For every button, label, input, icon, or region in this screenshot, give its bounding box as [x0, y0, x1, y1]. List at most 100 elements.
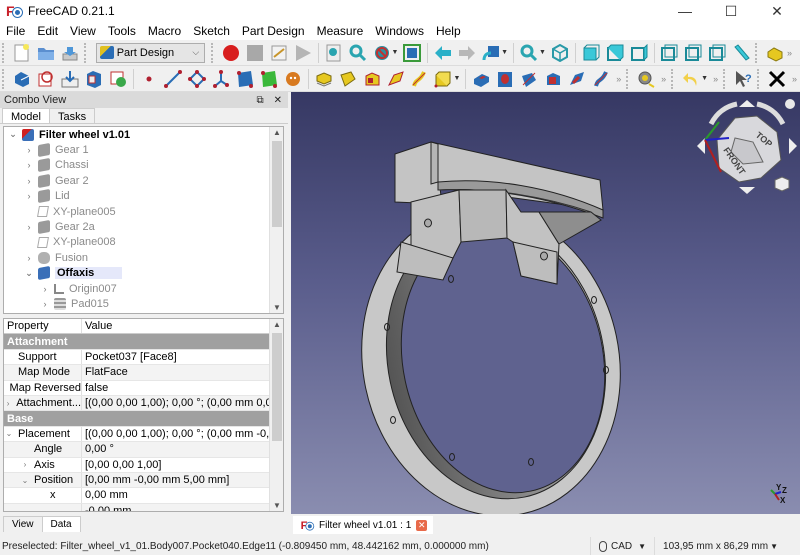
clone-button[interactable] — [235, 69, 255, 89]
scroll-down-icon[interactable]: ▼ — [270, 303, 283, 312]
menu-help[interactable]: Help — [430, 22, 467, 40]
menu-file[interactable]: File — [0, 22, 31, 40]
property-value[interactable]: [0,00 0,00 1,00] — [82, 458, 283, 472]
tree-item[interactable]: › Gear 2a — [4, 219, 283, 235]
property-row[interactable]: Map Mode FlatFace — [4, 365, 283, 381]
toolbar-overflow-icon[interactable]: » — [713, 74, 718, 84]
menu-part-design[interactable]: Part Design — [236, 22, 311, 40]
document-tab[interactable]: F Filter wheel v1.01 : 1 ✕ — [293, 516, 434, 534]
view-menu-cube-icon[interactable] — [774, 176, 790, 192]
additive-helix-button[interactable] — [410, 69, 430, 89]
menu-tools[interactable]: Tools — [102, 22, 142, 40]
menu-sketch[interactable]: Sketch — [187, 22, 236, 40]
tree-item[interactable]: › Lid — [4, 189, 283, 204]
property-scrollbar[interactable]: ▲ ▼ — [269, 319, 283, 511]
property-row[interactable]: Angle 0,00 ° — [4, 442, 283, 458]
subtractive-pipe-button[interactable] — [567, 69, 587, 89]
toolbar-overflow-icon[interactable]: » — [792, 74, 797, 84]
menu-measure[interactable]: Measure — [311, 22, 370, 40]
bounding-box-button[interactable] — [402, 43, 422, 63]
tree-item[interactable]: XY-plane005 — [4, 204, 283, 219]
fit-all-button[interactable] — [324, 43, 344, 63]
property-value[interactable]: [(0,00 0,00 1,00); 0,00 °; (0,00 mm -0,0… — [82, 427, 283, 441]
sync-view-button[interactable] — [481, 43, 501, 63]
subtractive-loft-button[interactable] — [543, 69, 563, 89]
close-button[interactable]: ✕ — [754, 0, 800, 22]
dimension-selector[interactable]: 103,95 mm x 86,29 mm ▼ — [654, 537, 800, 555]
property-group[interactable]: Base — [4, 411, 283, 427]
pocket-button[interactable] — [471, 69, 491, 89]
datum-line-button[interactable] — [163, 69, 183, 89]
expand-icon[interactable]: › — [23, 145, 35, 155]
property-row[interactable]: › Attachment... [(0,00 0,00 1,00); 0,00 °;… — [4, 395, 283, 412]
nav-left-arrow-icon[interactable] — [697, 138, 705, 154]
navigation-cube[interactable]: TOP FRONT — [697, 99, 797, 194]
property-value[interactable]: 0,00 ° — [82, 442, 283, 456]
whats-this-button[interactable]: ? — [733, 69, 753, 89]
expand-icon[interactable]: › — [20, 460, 30, 469]
rear-view-button[interactable] — [660, 43, 680, 63]
close-document-icon[interactable]: ✕ — [416, 519, 428, 531]
subtractive-helix-button[interactable] — [591, 69, 611, 89]
front-view-button[interactable] — [581, 43, 601, 63]
expand-icon[interactable]: › — [39, 299, 51, 309]
toolbar-overflow-icon[interactable]: » — [787, 48, 792, 58]
scrollbar-thumb[interactable] — [272, 141, 282, 227]
isometric-view-button[interactable] — [550, 43, 570, 63]
nav-forward-button[interactable] — [457, 43, 477, 63]
nav-menu-icon[interactable] — [785, 99, 795, 109]
collapse-icon[interactable]: ⌄ — [4, 429, 14, 438]
scroll-down-icon[interactable]: ▼ — [270, 501, 283, 510]
sub-shape-binder-button[interactable] — [108, 69, 128, 89]
nav-right-arrow-icon[interactable] — [789, 138, 797, 154]
expand-icon[interactable]: › — [23, 222, 35, 232]
property-group[interactable]: Attachment — [4, 334, 283, 350]
navigation-style-selector[interactable]: CAD ▼ — [589, 537, 654, 555]
zoom-button[interactable] — [519, 43, 539, 63]
additive-pipe-button[interactable] — [386, 69, 406, 89]
save-file-button[interactable] — [60, 43, 80, 63]
mirror-button[interactable] — [283, 69, 303, 89]
scroll-up-icon[interactable]: ▲ — [270, 320, 283, 329]
tree-scrollbar[interactable]: ▲ ▼ — [269, 127, 283, 313]
shape-binder-button[interactable] — [84, 69, 104, 89]
property-value[interactable]: 0,00 mm — [82, 488, 283, 502]
expand-icon[interactable]: › — [4, 399, 12, 408]
property-value[interactable]: Pocket037 [Face8] — [82, 350, 283, 364]
menu-view[interactable]: View — [64, 22, 102, 40]
expand-icon[interactable]: › — [23, 191, 35, 201]
additive-primitive-button[interactable] — [433, 69, 453, 89]
local-cs-button[interactable] — [211, 69, 231, 89]
tab-tasks[interactable]: Tasks — [48, 108, 96, 123]
property-row[interactable]: ⌄ Placement [(0,00 0,00 1,00); 0,00 °; (0,… — [4, 426, 283, 443]
top-view-button[interactable] — [605, 43, 625, 63]
expand-icon[interactable]: › — [39, 284, 51, 294]
measure-distance-button[interactable] — [731, 43, 751, 63]
minimize-button[interactable]: — — [662, 0, 708, 22]
dropdown-arrow-icon[interactable]: ▼ — [501, 49, 508, 56]
maximize-button[interactable]: ☐ — [708, 0, 754, 22]
property-value[interactable]: false — [82, 381, 283, 395]
close-tool-button[interactable] — [767, 69, 787, 89]
close-panel-icon[interactable]: ✕ — [274, 95, 282, 106]
nav-back-button[interactable] — [433, 43, 453, 63]
scrollbar-thumb[interactable] — [272, 333, 282, 441]
toolbar-overflow-icon[interactable]: » — [661, 74, 666, 84]
property-row[interactable]: ⌄ Position [0,00 mm -0,00 mm 5,00 mm] — [4, 472, 283, 489]
expand-icon[interactable]: › — [23, 253, 35, 263]
menu-macro[interactable]: Macro — [142, 22, 187, 40]
toolbar-grip[interactable] — [2, 42, 8, 63]
workbench-selector[interactable]: Part Design ⌵ — [95, 42, 206, 63]
tab-model[interactable]: Model — [2, 108, 50, 123]
macro-run-button[interactable] — [293, 43, 313, 63]
dropdown-arrow-icon[interactable]: ▼ — [701, 75, 708, 82]
tree-item[interactable]: › Pad015 — [4, 296, 283, 311]
tree-item[interactable]: › Gear 1 — [4, 142, 283, 158]
dropdown-arrow-icon[interactable]: ▼ — [453, 75, 460, 82]
hole-button[interactable] — [495, 69, 515, 89]
property-row[interactable]: Map Reversed false — [4, 380, 283, 396]
draw-style-button[interactable] — [372, 43, 392, 63]
menu-edit[interactable]: Edit — [31, 22, 64, 40]
toolbar-overflow-icon[interactable]: » — [616, 74, 621, 84]
validate-sketch-button[interactable] — [60, 69, 80, 89]
